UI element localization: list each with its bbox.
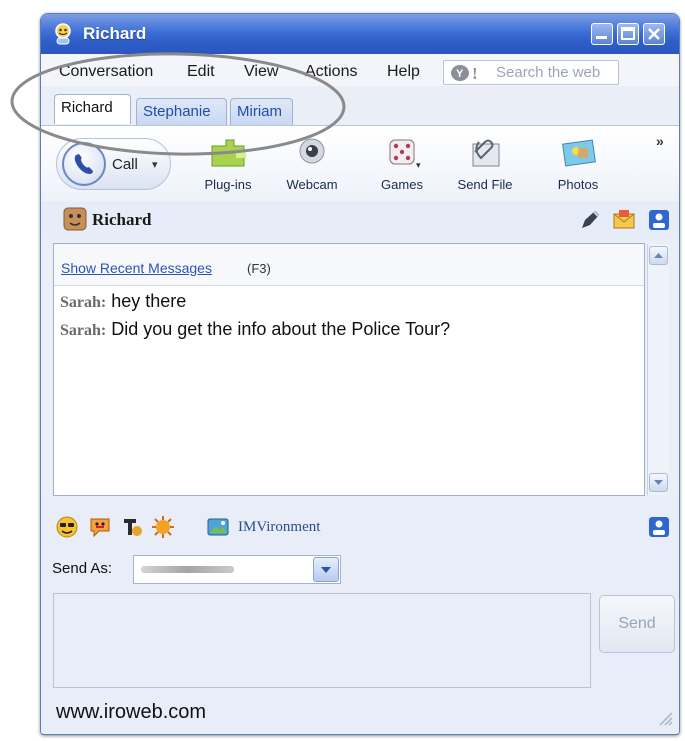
toolbar-overflow-button[interactable]: » bbox=[656, 133, 664, 149]
send-as-dropdown[interactable] bbox=[133, 555, 341, 584]
arrow-down-icon bbox=[654, 480, 663, 485]
close-icon bbox=[648, 28, 660, 40]
watermark-text: www.iroweb.com bbox=[56, 701, 207, 723]
photos-button[interactable]: Photos bbox=[548, 136, 608, 192]
buddy-avatar-icon bbox=[63, 207, 87, 231]
menu-view[interactable]: View bbox=[244, 63, 278, 81]
message-input[interactable] bbox=[53, 593, 591, 688]
message-line: Sarah: Did you get the info about the Po… bbox=[60, 319, 451, 339]
menu-edit[interactable]: Edit bbox=[187, 63, 215, 81]
dice-icon: ▾ bbox=[389, 139, 421, 170]
menu-conversation[interactable]: Conversation bbox=[59, 63, 153, 81]
send-as-value-redacted bbox=[141, 566, 234, 573]
games-label: Games bbox=[381, 177, 423, 192]
paperclip-icon bbox=[472, 139, 500, 167]
recent-messages-shortcut: (F3) bbox=[247, 261, 271, 276]
send-button[interactable]: Send bbox=[599, 595, 675, 653]
svg-text:Y: Y bbox=[456, 68, 464, 80]
title-bar: Richard bbox=[41, 14, 679, 54]
send-label: Send bbox=[618, 615, 656, 632]
message-sender: Sarah bbox=[60, 322, 101, 339]
contact-name: Richard bbox=[92, 210, 152, 229]
scroll-down-button[interactable] bbox=[649, 473, 668, 492]
maximize-icon bbox=[621, 27, 635, 40]
phone-icon bbox=[62, 142, 106, 186]
colors-icon[interactable] bbox=[151, 515, 175, 539]
contact-card-icon[interactable] bbox=[647, 208, 671, 232]
resize-grip-icon[interactable] bbox=[656, 709, 674, 727]
menu-help[interactable]: Help bbox=[387, 63, 420, 81]
photos-icon bbox=[562, 139, 596, 167]
svg-text:▾: ▾ bbox=[416, 160, 421, 170]
message-line: Sarah: hey there bbox=[60, 291, 187, 311]
webcam-icon bbox=[299, 138, 325, 164]
plugins-icon bbox=[211, 139, 246, 167]
tab-richard[interactable]: Richard bbox=[54, 94, 131, 124]
send-file-label: Send File bbox=[457, 177, 513, 192]
send-file-button[interactable]: Send File bbox=[455, 136, 515, 192]
scroll-up-button[interactable] bbox=[649, 246, 668, 265]
send-as-label: Send As: bbox=[52, 560, 113, 577]
minimize-icon bbox=[596, 36, 607, 39]
tab-richard-label: Richard bbox=[61, 99, 113, 116]
call-dropdown-icon[interactable]: ▾ bbox=[152, 158, 158, 171]
web-search-box[interactable]: Y ! Search the web bbox=[443, 60, 619, 85]
arrow-up-icon bbox=[654, 253, 663, 258]
plugins-button[interactable]: Plug-ins bbox=[198, 136, 258, 192]
close-button[interactable] bbox=[643, 23, 665, 45]
tab-stephanie-label: Stephanie bbox=[143, 103, 211, 120]
webcam-button[interactable]: Webcam bbox=[282, 136, 342, 192]
message-sender: Sarah bbox=[60, 294, 101, 311]
tab-miriam[interactable]: Miriam bbox=[230, 98, 293, 125]
yahoo-logo-icon: Y ! bbox=[451, 64, 478, 82]
show-recent-messages-link[interactable]: Show Recent Messages bbox=[61, 260, 212, 276]
svg-text:!: ! bbox=[472, 64, 478, 82]
call-label: Call bbox=[112, 156, 138, 173]
chat-scrollbar[interactable] bbox=[647, 244, 669, 495]
search-placeholder: Search the web bbox=[496, 64, 601, 81]
message-text: hey there bbox=[111, 291, 187, 311]
dropdown-button[interactable] bbox=[313, 557, 339, 582]
imvironment-label[interactable]: IMVironment bbox=[238, 519, 320, 536]
mail-icon[interactable] bbox=[612, 208, 636, 232]
message-text: Did you get the info about the Police To… bbox=[111, 319, 451, 339]
audibles-icon[interactable] bbox=[88, 515, 112, 539]
minimize-button[interactable] bbox=[591, 23, 613, 45]
font-icon[interactable] bbox=[120, 515, 144, 539]
plugins-label: Plug-ins bbox=[204, 177, 252, 192]
contact-card-icon[interactable] bbox=[647, 515, 671, 539]
menu-actions[interactable]: Actions bbox=[305, 63, 357, 81]
pencil-icon[interactable] bbox=[578, 208, 602, 232]
webcam-label: Webcam bbox=[286, 177, 338, 192]
imvironment-icon[interactable] bbox=[206, 515, 230, 539]
photos-label: Photos bbox=[557, 177, 599, 192]
games-button[interactable]: ▾ Games bbox=[372, 136, 432, 192]
chevron-down-icon bbox=[321, 567, 331, 573]
messenger-logo-icon bbox=[55, 23, 71, 45]
tab-miriam-label: Miriam bbox=[237, 103, 282, 120]
maximize-button[interactable] bbox=[617, 23, 639, 45]
emoticons-icon[interactable] bbox=[55, 515, 79, 539]
window-title: Richard bbox=[83, 24, 147, 43]
tab-stephanie[interactable]: Stephanie bbox=[136, 98, 227, 125]
